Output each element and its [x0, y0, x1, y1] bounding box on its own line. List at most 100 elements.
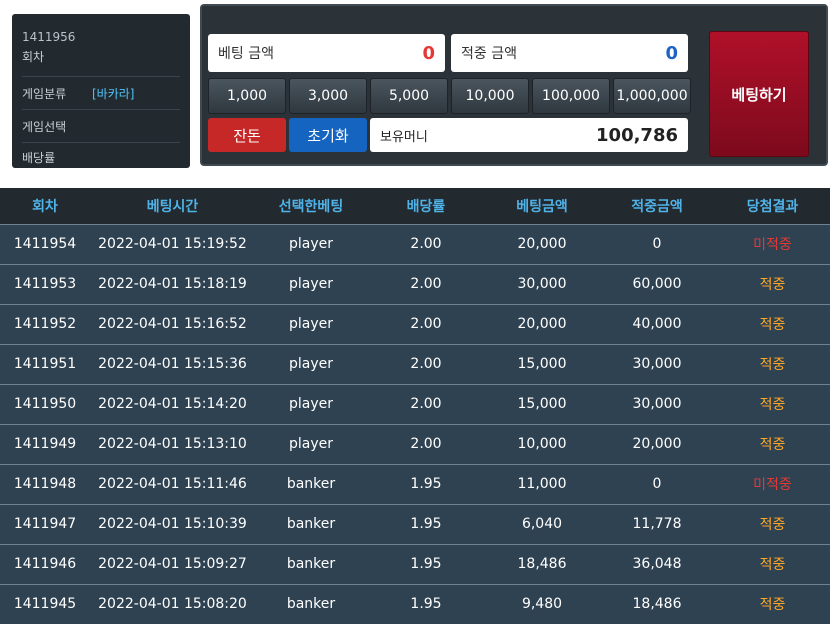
- odds-row: 배당률: [22, 143, 180, 171]
- betting-header: 1411956 회차 게임분류 [바카라] 게임선택 배당률 베팅 금액 0 적…: [0, 0, 830, 180]
- cell-bet-amount: 15,000: [517, 396, 567, 412]
- cell-win-amount: 18,486: [632, 596, 682, 613]
- cell-win-amount: 20,000: [632, 436, 682, 452]
- win-amount-display: 적중 금액 0: [451, 34, 688, 72]
- cell-bet-time: 2022-04-01 15:15:36: [98, 356, 247, 372]
- chip-button-1000[interactable]: 1,000: [208, 78, 286, 114]
- cell-odds: 2.00: [410, 436, 442, 452]
- cell-odds: 1.95: [410, 596, 442, 613]
- cell-bet-time: 2022-04-01 15:18:19: [98, 276, 247, 292]
- cell-odds: 2.00: [410, 276, 442, 292]
- cell-odds: 2.00: [410, 356, 442, 372]
- cell-result: 적중: [759, 277, 786, 293]
- cell-win-amount: 36,048: [632, 556, 682, 572]
- game-category-row: 게임분류 [바카라]: [22, 77, 180, 110]
- chip-button-3000[interactable]: 3,000: [289, 78, 367, 114]
- table-row: 1411946 2022-04-01 15:09:27 banker 1.95 18,4…: [0, 544, 830, 584]
- round-info-panel: 1411956 회차 게임분류 [바카라] 게임선택 배당률: [12, 14, 190, 168]
- cell-bet-time: 2022-04-01 15:16:52: [98, 316, 247, 332]
- table-row: 1411951 2022-04-01 15:15:36 player 2.00 15,0…: [0, 344, 830, 384]
- game-select-label: 게임선택: [22, 119, 67, 134]
- bet-history-table: 회차 베팅시간 선택한베팅 배당률 베팅금액 적중금액 당첨결과 1411954…: [0, 188, 830, 624]
- cell-result: 적중: [759, 597, 786, 614]
- balance-display: 보유머니 100,786: [370, 118, 688, 152]
- cell-bet-time: 2022-04-01 15:08:20: [98, 596, 247, 613]
- cell-bet-time: 2022-04-01 15:10:39: [98, 516, 247, 532]
- cell-round: 1411950: [13, 396, 77, 412]
- win-amount-label: 적중 금액: [461, 46, 517, 62]
- cell-bet-amount: 15,000: [517, 356, 567, 372]
- cell-selection: player: [288, 316, 333, 332]
- cell-selection: banker: [286, 596, 336, 613]
- header-odds: 배당률: [406, 198, 446, 215]
- table-row: 1411954 2022-04-01 15:19:52 player 2.00 20,0…: [0, 224, 830, 264]
- bet-amount-value: 0: [422, 42, 435, 64]
- cell-round: 1411952: [13, 316, 77, 332]
- chip-button-100000[interactable]: 100,000: [532, 78, 610, 114]
- cell-win-amount: 0: [652, 476, 662, 492]
- cell-bet-amount: 11,000: [517, 476, 567, 492]
- table-row: 1411948 2022-04-01 15:11:46 banker 1.95 11,0…: [0, 464, 830, 504]
- control-row: 잔돈 초기화 보유머니 100,786: [208, 118, 688, 152]
- balance-label: 보유머니: [380, 129, 428, 145]
- change-button[interactable]: 잔돈: [208, 118, 286, 152]
- cell-selection: banker: [286, 516, 336, 532]
- table-row: 1411950 2022-04-01 15:14:20 player 2.00 15,0…: [0, 384, 830, 424]
- chip-row: 1,000 3,000 5,000 10,000 100,000 1,000,0…: [208, 78, 691, 114]
- cell-bet-amount: 10,000: [517, 436, 567, 452]
- header-selection: 선택한베팅: [278, 198, 344, 215]
- cell-bet-time: 2022-04-01 15:13:10: [98, 436, 247, 452]
- cell-round: 1411946: [13, 556, 77, 572]
- cell-bet-time: 2022-04-01 15:14:20: [98, 396, 247, 412]
- cell-round: 1411945: [13, 596, 77, 613]
- cell-result: 적중: [759, 357, 786, 373]
- table-header-row: 회차 베팅시간 선택한베팅 배당률 베팅금액 적중금액 당첨결과: [0, 188, 830, 224]
- cell-bet-time: 2022-04-01 15:19:52: [98, 236, 247, 252]
- bet-panel: 베팅 금액 0 적중 금액 0 1,000 3,000 5,000 10,000…: [200, 4, 828, 166]
- cell-result: 미적중: [753, 477, 792, 493]
- table-row: 1411945 2022-04-01 15:08:20 banker 1.95 9,48…: [0, 584, 830, 624]
- cell-result: 적중: [759, 557, 786, 573]
- bet-amount-display: 베팅 금액 0: [208, 34, 445, 72]
- cell-selection: banker: [286, 476, 336, 492]
- cell-result: 적중: [759, 317, 786, 333]
- reset-button[interactable]: 초기화: [289, 118, 367, 152]
- odds-label: 배당률: [22, 150, 56, 165]
- bet-amount-label: 베팅 금액: [218, 46, 274, 62]
- game-category-value: [바카라]: [92, 86, 135, 101]
- cell-odds: 2.00: [410, 396, 442, 412]
- cell-result: 적중: [759, 397, 786, 413]
- round-number: 1411956: [22, 29, 76, 44]
- cell-win-amount: 30,000: [632, 396, 682, 412]
- cell-round: 1411948: [13, 476, 77, 492]
- cell-win-amount: 30,000: [632, 356, 682, 372]
- cell-result: 적중: [759, 437, 786, 453]
- header-round: 회차: [32, 198, 58, 215]
- chip-button-1000000[interactable]: 1,000,000: [613, 78, 691, 114]
- cell-win-amount: 40,000: [632, 316, 682, 332]
- cell-round: 1411951: [13, 356, 77, 372]
- cell-selection: player: [288, 236, 333, 252]
- cell-odds: 1.95: [410, 556, 442, 572]
- game-select-row[interactable]: 게임선택: [22, 110, 180, 143]
- chip-button-5000[interactable]: 5,000: [370, 78, 448, 114]
- game-category-label: 게임분류: [22, 86, 67, 101]
- cell-round: 1411949: [13, 436, 77, 452]
- cell-win-amount: 60,000: [632, 276, 682, 292]
- chip-button-10000[interactable]: 10,000: [451, 78, 529, 114]
- cell-selection: player: [288, 396, 333, 412]
- place-bet-button[interactable]: 베팅하기: [709, 31, 809, 157]
- cell-bet-time: 2022-04-01 15:11:46: [98, 476, 247, 492]
- cell-odds: 1.95: [410, 476, 442, 492]
- cell-result: 미적중: [753, 237, 792, 253]
- cell-bet-amount: 20,000: [517, 316, 567, 332]
- round-info-row: 1411956 회차: [22, 14, 180, 77]
- cell-bet-amount: 18,486: [517, 556, 567, 572]
- table-row: 1411949 2022-04-01 15:13:10 player 2.00 10,0…: [0, 424, 830, 464]
- win-amount-value: 0: [665, 42, 678, 64]
- table-row: 1411952 2022-04-01 15:16:52 player 2.00 20,0…: [0, 304, 830, 344]
- cell-round: 1411947: [13, 516, 77, 532]
- cell-round: 1411954: [13, 236, 77, 252]
- table-row: 1411953 2022-04-01 15:18:19 player 2.00 30,0…: [0, 264, 830, 304]
- table-body: 1411954 2022-04-01 15:19:52 player 2.00 20,0…: [0, 224, 830, 624]
